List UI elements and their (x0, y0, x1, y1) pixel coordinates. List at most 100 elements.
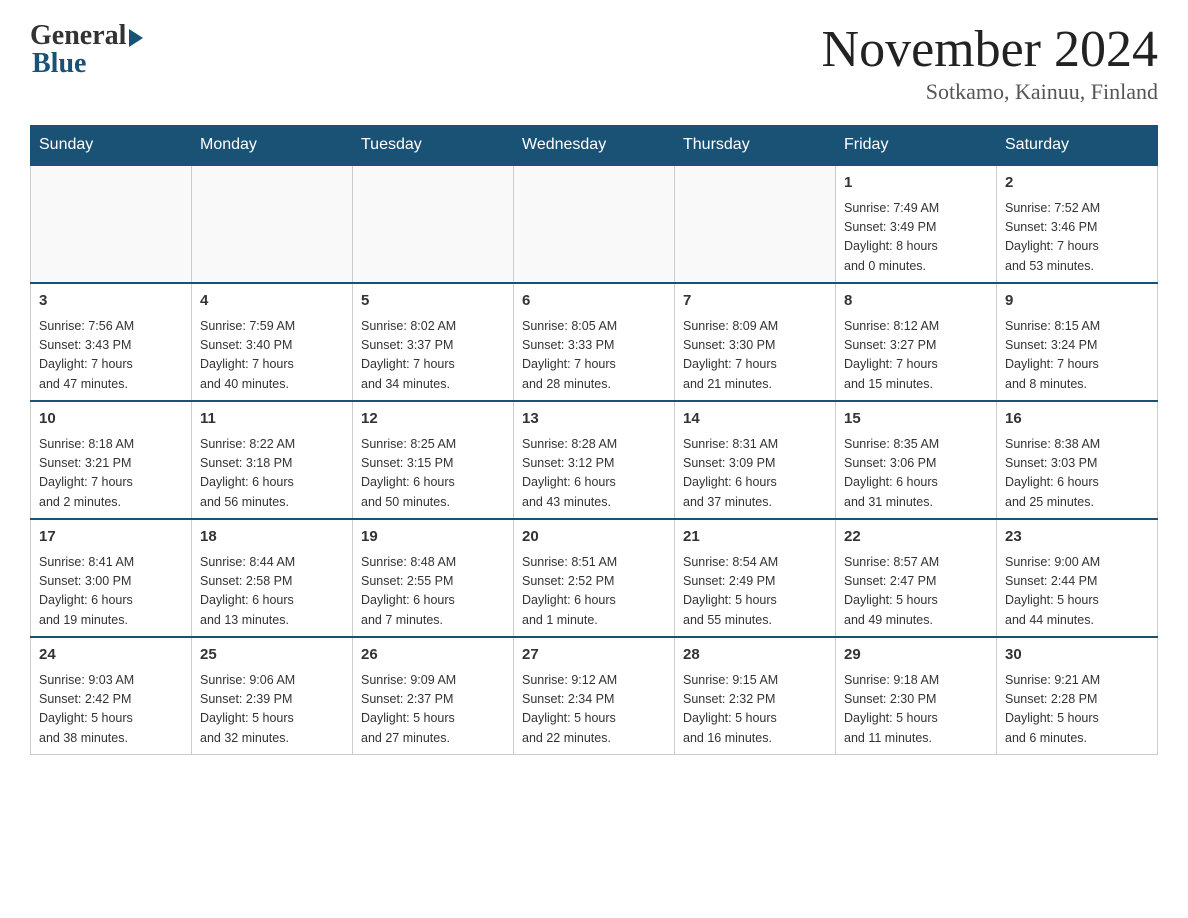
calendar-cell: 10Sunrise: 8:18 AMSunset: 3:21 PMDayligh… (31, 401, 192, 519)
day-number: 12 (361, 408, 505, 431)
day-info: Sunrise: 8:51 AMSunset: 2:52 PMDaylight:… (522, 553, 666, 631)
day-info: Sunrise: 7:52 AMSunset: 3:46 PMDaylight:… (1005, 199, 1149, 277)
day-info: Sunrise: 8:02 AMSunset: 3:37 PMDaylight:… (361, 317, 505, 395)
day-number: 13 (522, 408, 666, 431)
day-info: Sunrise: 8:41 AMSunset: 3:00 PMDaylight:… (39, 553, 183, 631)
calendar-cell: 9 Sunrise: 8:15 AMSunset: 3:24 PMDaylight… (997, 283, 1158, 401)
day-info: Sunrise: 8:48 AMSunset: 2:55 PMDaylight:… (361, 553, 505, 631)
calendar-cell: 17 Sunrise: 8:41 AMSunset: 3:00 PMDayligh… (31, 519, 192, 637)
day-info: Sunrise: 8:28 AMSunset: 3:12 PMDaylight:… (522, 435, 666, 513)
day-info: Sunrise: 8:44 AMSunset: 2:58 PMDaylight:… (200, 553, 344, 631)
calendar-cell: 4 Sunrise: 7:59 AMSunset: 3:40 PMDaylight… (192, 283, 353, 401)
calendar-cell: 21 Sunrise: 8:54 AMSunset: 2:49 PMDayligh… (675, 519, 836, 637)
day-number: 4 (200, 290, 344, 313)
day-number: 25 (200, 644, 344, 667)
day-number: 16 (1005, 408, 1149, 431)
calendar-cell: 20 Sunrise: 8:51 AMSunset: 2:52 PMDayligh… (514, 519, 675, 637)
day-info: Sunrise: 8:05 AMSunset: 3:33 PMDaylight:… (522, 317, 666, 395)
column-header-friday: Friday (836, 126, 997, 166)
column-header-saturday: Saturday (997, 126, 1158, 166)
calendar-header-row: SundayMondayTuesdayWednesdayThursdayFrid… (31, 126, 1158, 166)
day-number: 15 (844, 408, 988, 431)
calendar-cell: 8Sunrise: 8:12 AMSunset: 3:27 PMDaylight… (836, 283, 997, 401)
calendar-table: SundayMondayTuesdayWednesdayThursdayFrid… (30, 125, 1158, 755)
day-info: Sunrise: 8:35 AMSunset: 3:06 PMDaylight:… (844, 435, 988, 513)
day-info: Sunrise: 7:56 AMSunset: 3:43 PMDaylight:… (39, 317, 183, 395)
day-info: Sunrise: 8:18 AMSunset: 3:21 PMDaylight:… (39, 435, 183, 513)
day-number: 18 (200, 526, 344, 549)
calendar-cell: 13 Sunrise: 8:28 AMSunset: 3:12 PMDayligh… (514, 401, 675, 519)
day-info: Sunrise: 9:06 AMSunset: 2:39 PMDaylight:… (200, 671, 344, 749)
day-info: Sunrise: 9:00 AMSunset: 2:44 PMDaylight:… (1005, 553, 1149, 631)
day-info: Sunrise: 7:49 AMSunset: 3:49 PMDaylight:… (844, 199, 988, 277)
calendar-cell: 27 Sunrise: 9:12 AMSunset: 2:34 PMDayligh… (514, 637, 675, 755)
column-header-monday: Monday (192, 126, 353, 166)
calendar-cell (353, 165, 514, 283)
day-info: Sunrise: 9:15 AMSunset: 2:32 PMDaylight:… (683, 671, 827, 749)
column-header-sunday: Sunday (31, 126, 192, 166)
day-number: 11 (200, 408, 344, 431)
title-section: November 2024 Sotkamo, Kainuu, Finland (822, 20, 1158, 105)
calendar-cell (31, 165, 192, 283)
logo: General Blue (30, 20, 143, 80)
logo-blue-text: Blue (32, 48, 86, 80)
calendar-cell: 23 Sunrise: 9:00 AMSunset: 2:44 PMDayligh… (997, 519, 1158, 637)
day-number: 23 (1005, 526, 1149, 549)
day-number: 21 (683, 526, 827, 549)
calendar-cell: 19 Sunrise: 8:48 AMSunset: 2:55 PMDayligh… (353, 519, 514, 637)
day-number: 30 (1005, 644, 1149, 667)
day-info: Sunrise: 8:57 AMSunset: 2:47 PMDaylight:… (844, 553, 988, 631)
calendar-cell: 24 Sunrise: 9:03 AMSunset: 2:42 PMDayligh… (31, 637, 192, 755)
day-number: 20 (522, 526, 666, 549)
day-info: Sunrise: 8:15 AMSunset: 3:24 PMDaylight:… (1005, 317, 1149, 395)
calendar-cell (192, 165, 353, 283)
logo-triangle-icon (129, 29, 143, 47)
day-number: 1 (844, 172, 988, 195)
day-number: 7 (683, 290, 827, 313)
day-number: 2 (1005, 172, 1149, 195)
page-header: General Blue November 2024 Sotkamo, Kain… (30, 20, 1158, 105)
day-info: Sunrise: 9:18 AMSunset: 2:30 PMDaylight:… (844, 671, 988, 749)
calendar-cell: 25 Sunrise: 9:06 AMSunset: 2:39 PMDayligh… (192, 637, 353, 755)
day-number: 3 (39, 290, 183, 313)
calendar-cell: 22Sunrise: 8:57 AMSunset: 2:47 PMDayligh… (836, 519, 997, 637)
calendar-cell (675, 165, 836, 283)
month-title: November 2024 (822, 20, 1158, 79)
day-number: 29 (844, 644, 988, 667)
day-info: Sunrise: 7:59 AMSunset: 3:40 PMDaylight:… (200, 317, 344, 395)
calendar-week-row: 24 Sunrise: 9:03 AMSunset: 2:42 PMDayligh… (31, 637, 1158, 755)
calendar-week-row: 17 Sunrise: 8:41 AMSunset: 3:00 PMDayligh… (31, 519, 1158, 637)
calendar-cell: 30 Sunrise: 9:21 AMSunset: 2:28 PMDayligh… (997, 637, 1158, 755)
day-number: 19 (361, 526, 505, 549)
calendar-cell: 6Sunrise: 8:05 AMSunset: 3:33 PMDaylight… (514, 283, 675, 401)
day-number: 26 (361, 644, 505, 667)
calendar-cell (514, 165, 675, 283)
day-number: 28 (683, 644, 827, 667)
day-info: Sunrise: 8:54 AMSunset: 2:49 PMDaylight:… (683, 553, 827, 631)
calendar-cell: 15 Sunrise: 8:35 AMSunset: 3:06 PMDayligh… (836, 401, 997, 519)
calendar-cell: 29 Sunrise: 9:18 AMSunset: 2:30 PMDayligh… (836, 637, 997, 755)
column-header-tuesday: Tuesday (353, 126, 514, 166)
calendar-cell: 18 Sunrise: 8:44 AMSunset: 2:58 PMDayligh… (192, 519, 353, 637)
calendar-cell: 1 Sunrise: 7:49 AMSunset: 3:49 PMDaylight… (836, 165, 997, 283)
location: Sotkamo, Kainuu, Finland (822, 79, 1158, 105)
day-info: Sunrise: 9:21 AMSunset: 2:28 PMDaylight:… (1005, 671, 1149, 749)
day-info: Sunrise: 8:31 AMSunset: 3:09 PMDaylight:… (683, 435, 827, 513)
day-number: 17 (39, 526, 183, 549)
day-info: Sunrise: 8:22 AMSunset: 3:18 PMDaylight:… (200, 435, 344, 513)
day-info: Sunrise: 9:03 AMSunset: 2:42 PMDaylight:… (39, 671, 183, 749)
day-number: 27 (522, 644, 666, 667)
calendar-cell: 2 Sunrise: 7:52 AMSunset: 3:46 PMDaylight… (997, 165, 1158, 283)
day-info: Sunrise: 9:12 AMSunset: 2:34 PMDaylight:… (522, 671, 666, 749)
calendar-cell: 11 Sunrise: 8:22 AMSunset: 3:18 PMDayligh… (192, 401, 353, 519)
calendar-week-row: 1 Sunrise: 7:49 AMSunset: 3:49 PMDaylight… (31, 165, 1158, 283)
calendar-cell: 28 Sunrise: 9:15 AMSunset: 2:32 PMDayligh… (675, 637, 836, 755)
day-number: 24 (39, 644, 183, 667)
calendar-cell: 14 Sunrise: 8:31 AMSunset: 3:09 PMDayligh… (675, 401, 836, 519)
day-number: 9 (1005, 290, 1149, 313)
day-number: 14 (683, 408, 827, 431)
calendar-week-row: 10Sunrise: 8:18 AMSunset: 3:21 PMDayligh… (31, 401, 1158, 519)
column-header-thursday: Thursday (675, 126, 836, 166)
calendar-cell: 16Sunrise: 8:38 AMSunset: 3:03 PMDayligh… (997, 401, 1158, 519)
calendar-cell: 7Sunrise: 8:09 AMSunset: 3:30 PMDaylight… (675, 283, 836, 401)
